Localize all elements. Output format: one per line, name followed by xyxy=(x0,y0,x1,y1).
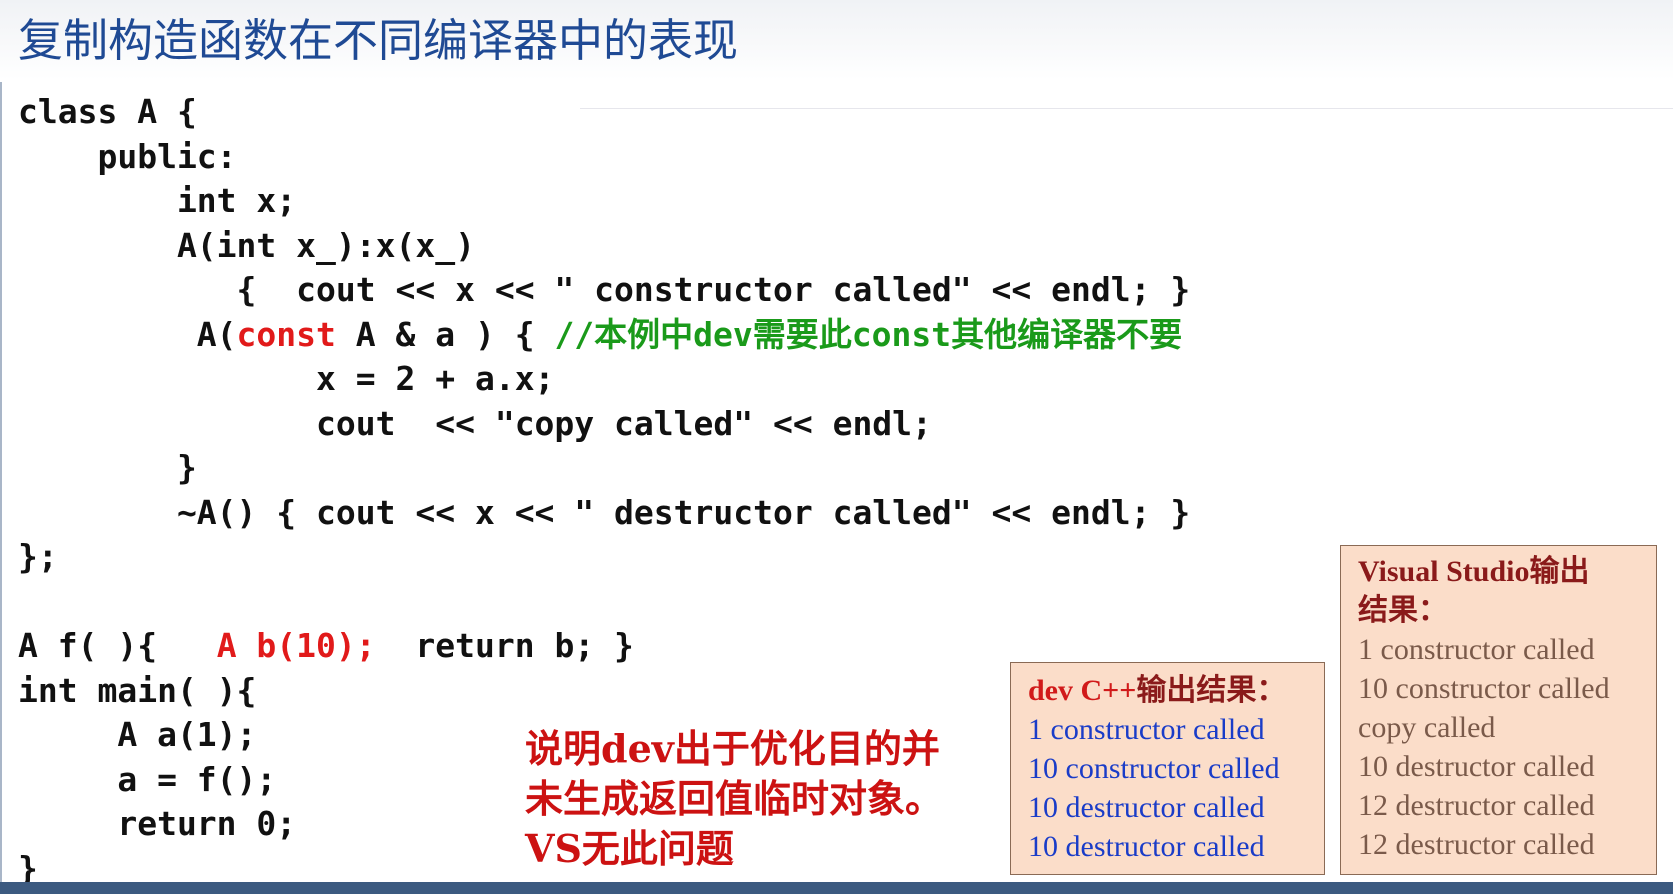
code-line: }; xyxy=(18,537,58,576)
slide-title: 复制构造函数在不同编译器中的表现 xyxy=(18,14,739,67)
code-line: class A { xyxy=(18,92,197,131)
vs-output-line: copy called xyxy=(1358,711,1496,744)
code-text: A( xyxy=(18,314,237,354)
note-line: 说明dev出于优化目的并 xyxy=(525,726,940,771)
vs-output-box: Visual Studio输出 结果： 1 constructor called… xyxy=(1340,545,1657,875)
vs-output-line: 10 destructor called xyxy=(1358,750,1595,783)
left-border xyxy=(0,82,2,882)
note-line: 未生成返回值临时对象。 xyxy=(525,776,944,821)
vs-output-line: 12 destructor called xyxy=(1358,789,1595,822)
vs-output-line: 1 constructor called xyxy=(1358,633,1595,666)
code-comment: //本例中dev需要此const其他编译器不要 xyxy=(554,314,1183,354)
dev-header-rest: 输出结果： xyxy=(1136,674,1287,707)
code-text: A & a ) { xyxy=(335,314,555,354)
code-line: cout << "copy called" << endl; xyxy=(18,403,932,443)
code-line: x = 2 + a.x; xyxy=(18,359,555,398)
code-line: int x; xyxy=(18,181,297,220)
code-line: A(int x_):x(x_) xyxy=(18,225,475,265)
dev-header-accent: dev C++ xyxy=(1028,674,1137,707)
dev-output-line: 10 destructor called xyxy=(1028,791,1265,824)
dev-output-box: dev C++输出结果： 1 constructor called 10 con… xyxy=(1010,662,1325,875)
vs-output-header: Visual Studio输出 xyxy=(1358,555,1590,588)
footer-bar xyxy=(0,882,1673,894)
code-line: public: xyxy=(18,136,237,176)
vs-output-line: 12 destructor called xyxy=(1358,828,1595,861)
const-keyword: const xyxy=(236,314,336,354)
note-line: VS无此问题 xyxy=(525,826,734,871)
dev-output-line: 10 destructor called xyxy=(1028,830,1265,863)
code-line: } xyxy=(18,448,197,487)
code-line: ~A() { cout << x << " destructor called"… xyxy=(18,492,1191,532)
dev-output-line: 10 constructor called xyxy=(1028,752,1280,785)
vs-output-header-cont: 结果： xyxy=(1358,594,1448,627)
code-highlight: A b(10); xyxy=(216,626,376,665)
vs-output-line: 10 constructor called xyxy=(1358,672,1610,705)
explanation-note: 说明dev出于优化目的并 未生成返回值临时对象。 VS无此问题 xyxy=(525,724,943,874)
code-line: { cout << x << " constructor called" << … xyxy=(18,270,1191,309)
code-text: return b; } xyxy=(375,626,634,665)
code-line-copy-ctor: A(const A & a ) { //本例中dev需要此const其他编译器不… xyxy=(18,313,1190,358)
dev-output-line: 1 constructor called xyxy=(1028,713,1265,746)
dev-output-header: dev C++输出结果： xyxy=(1028,671,1324,710)
code-text: A f( ){ xyxy=(18,626,217,665)
